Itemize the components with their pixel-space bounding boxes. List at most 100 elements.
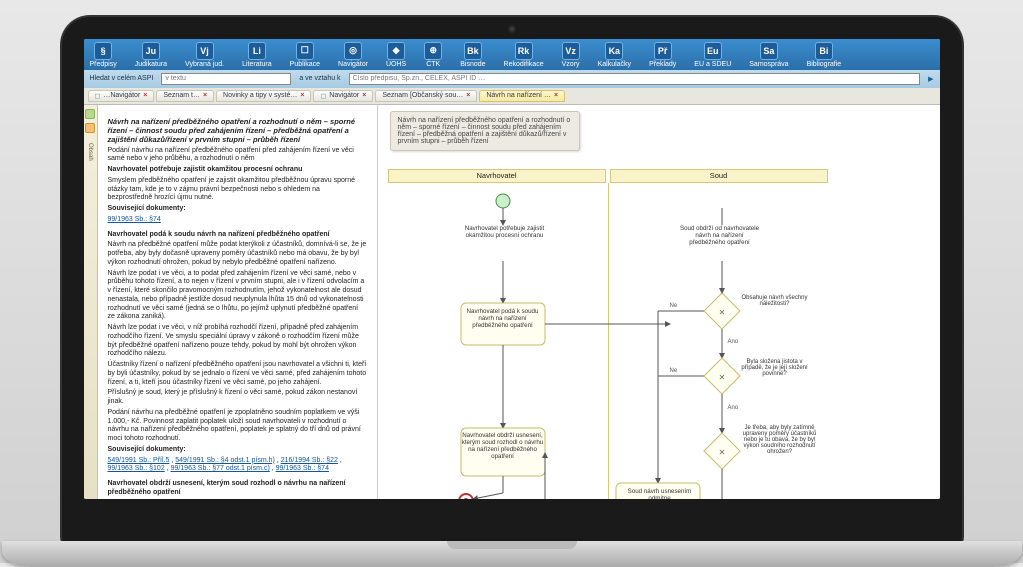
diagram-pane: Návrh na nařízení předběžného opatření a… [378,105,940,499]
doc-h4: Navrhovatel obdrží usnesení, kterým soud… [108,480,346,496]
search-go-icon[interactable]: ▶ [928,75,933,83]
toolbar-icon: Bk [464,42,482,60]
toolbar-btn-kalkula-ky[interactable]: KaKalkulačky [598,42,631,68]
svg-text:✕: ✕ [718,373,725,382]
close-icon[interactable]: × [362,92,366,99]
work-area: Obsah Návrh na nařízení předběžného opat… [84,105,940,499]
rail-button-1[interactable] [85,109,95,119]
toolbar-btn-eu-a-sdeu[interactable]: EuEU a SDEU [694,42,731,68]
flow-diamond-d2: Byla složena jistota v případě, že je je… [740,359,810,377]
doc-related-1: Související dokumenty: [108,205,186,212]
toolbar-icon: Li [248,42,266,60]
tab[interactable]: Novinky a tipy v systé…× [216,90,311,102]
search-input-text[interactable] [161,73,291,85]
close-icon[interactable]: × [203,92,207,99]
main-toolbar: §Předpisy JuJudikatura VjVybraná jud. LiLit… [84,39,940,70]
lane-header-navrhovatel: Navrhovatel [388,169,606,183]
toolbar-btn-bibliografie[interactable]: BiBibliografie [807,42,842,68]
link-991963-74[interactable]: 99/1963 Sb.: §74 [108,216,161,223]
toolbar-btn-vzory[interactable]: VzVzory [562,42,580,68]
toolbar-icon: ☐ [296,42,314,60]
toolbar-btn-p-edpisy[interactable]: §Předpisy [90,42,117,68]
toolbar-btn-publikace[interactable]: ☐Publikace [290,42,320,68]
toolbar-icon: Ju [142,42,160,60]
toolbar-btn--tk[interactable]: ⊕ČTK [424,42,442,68]
doc-h2: Navrhovatel potřebuje zajistit okamžitou… [108,166,303,173]
tab-label: Novinky a tipy v systé… [223,92,297,99]
laptop-frame: §Předpisy JuJudikatura VjVybraná jud. LiLit… [62,17,962,547]
tab[interactable]: Seznam [Občanský sou…× [375,90,477,102]
close-icon[interactable]: × [300,92,304,99]
toolbar-icon: Sa [760,42,778,60]
rail-button-2[interactable] [85,123,95,133]
toolbar-label: Rekodifikace [504,61,544,68]
lane-header-soud: Soud [610,169,828,183]
nav-icon: ◻ [95,92,101,100]
edge-ne-1: Ne [670,303,678,309]
close-icon[interactable]: × [466,92,470,99]
doc-related-2: Související dokumenty: [108,446,186,453]
close-icon[interactable]: × [143,92,147,99]
diagram-tooltip: Návrh na nařízení předběžného opatření a… [390,111,580,151]
toolbar-icon: Vz [562,42,580,60]
doc-link[interactable]: 216/1994 Sb.: §22 [281,457,338,464]
app-window: §Předpisy JuJudikatura VjVybraná jud. LiLit… [84,39,940,499]
tab-label: Seznam t… [163,92,200,99]
flow-node-n3: Navrhovatel obdrží usnesení, kterým soud… [461,432,545,461]
tab[interactable]: Návrh na nařízení …× [479,90,565,102]
toolbar-label: Judikatura [135,61,167,68]
tab-label: …Navigátor [103,92,140,99]
toolbar-icon: ◆ [387,42,405,60]
toolbar-icon: § [94,42,112,60]
flow-node-s2: Soud návrh usnesením odmítne [618,488,702,499]
toolbar-label: Překlady [649,61,676,68]
doc-link[interactable]: 99/1963 Sb.: §74 [276,465,329,472]
toolbar-btn-judikatura[interactable]: JuJudikatura [135,42,167,68]
toolbar-btn-bisnode[interactable]: BkBisnode [460,42,485,68]
toolbar-icon: ◎ [344,42,362,60]
camera-dot [508,25,516,33]
tab-label: Návrh na nařízení … [486,92,551,99]
doc-link[interactable]: 549/1991 Sb.: Příl.5 [108,457,170,464]
toolbar-btn--ohs[interactable]: ◆ÚOHS [386,42,406,68]
doc-p3d: Účastníky řízení o nařízení předběžného … [108,361,367,387]
toolbar-icon: Bi [815,42,833,60]
flow-node-n2: Navrhovatel podá k soudu návrh na naříze… [461,308,545,329]
toolbar-label: Kalkulačky [598,61,631,68]
flow-diamond-d3: Je třeba, aby byly zatímně upraveny pomě… [740,425,820,455]
toolbar-btn-navig-tor[interactable]: ◎Navigátor [338,42,368,68]
toolbar-label: Samospráva [749,61,788,68]
toolbar-icon: Ka [605,42,623,60]
doc-link[interactable]: 99/1963 Sb.: §77 odst.1 písm.c) [171,465,270,472]
toolbar-label: ČTK [426,61,440,68]
toolbar-btn-literatura[interactable]: LiLiteratura [242,42,272,68]
flow-diamond-d1: Obsahuje návrh všechny náležitosti? [740,295,810,307]
doc-title: Návrh na nařízení předběžného opatření a… [108,117,367,145]
toolbar-label: Bisnode [460,61,485,68]
search-input-relation[interactable] [349,73,921,85]
toolbar-label: EU a SDEU [694,61,731,68]
toolbar-btn-p-eklady[interactable]: PřPřeklady [649,42,676,68]
flow-node-n1: Navrhovatel potřebuje zajistit okamžitou… [463,225,547,239]
toolbar-icon: Rk [515,42,533,60]
flow-node-s1: Soud obdrží od navrhovatele návrh na nař… [678,225,762,246]
doc-link[interactable]: 549/1991 Sb.: §4 odst.1 písm.h) [175,457,275,464]
close-icon[interactable]: × [554,92,558,99]
rail-label: Obsah [87,143,93,161]
toolbar-btn-vybran-jud-[interactable]: VjVybraná jud. [185,42,224,68]
doc-link[interactable]: 99/1963 Sb.: §102 [108,465,165,472]
doc-p3f: Podání návrhu na předběžné opatření je z… [108,409,367,444]
toolbar-icon: ⊕ [424,42,442,60]
doc-p3e: Příslušný je soud, který je příslušný k … [108,389,367,407]
tab[interactable]: ◻Navigátor× [313,90,373,102]
tab[interactable]: Seznam t…× [156,90,214,102]
doc-p3c: Návrh lze podat i ve věci, v níž probíhá… [108,324,367,359]
search-label-2: a ve vztahu k [299,75,340,82]
tab[interactable]: ◻…Navigátor× [88,90,155,102]
toolbar-btn-rekodifikace[interactable]: RkRekodifikace [504,42,544,68]
nav-icon: ◻ [320,92,326,100]
document-tabs: ◻…Navigátor×Seznam t…×Novinky a tipy v s… [84,88,940,105]
doc-h3: Navrhovatel podá k soudu návrh na naříze… [108,231,330,238]
toolbar-btn-samospr-va[interactable]: SaSamospráva [749,42,788,68]
doc-p1: Podání návrhu na nařízení předběžného op… [108,147,367,165]
